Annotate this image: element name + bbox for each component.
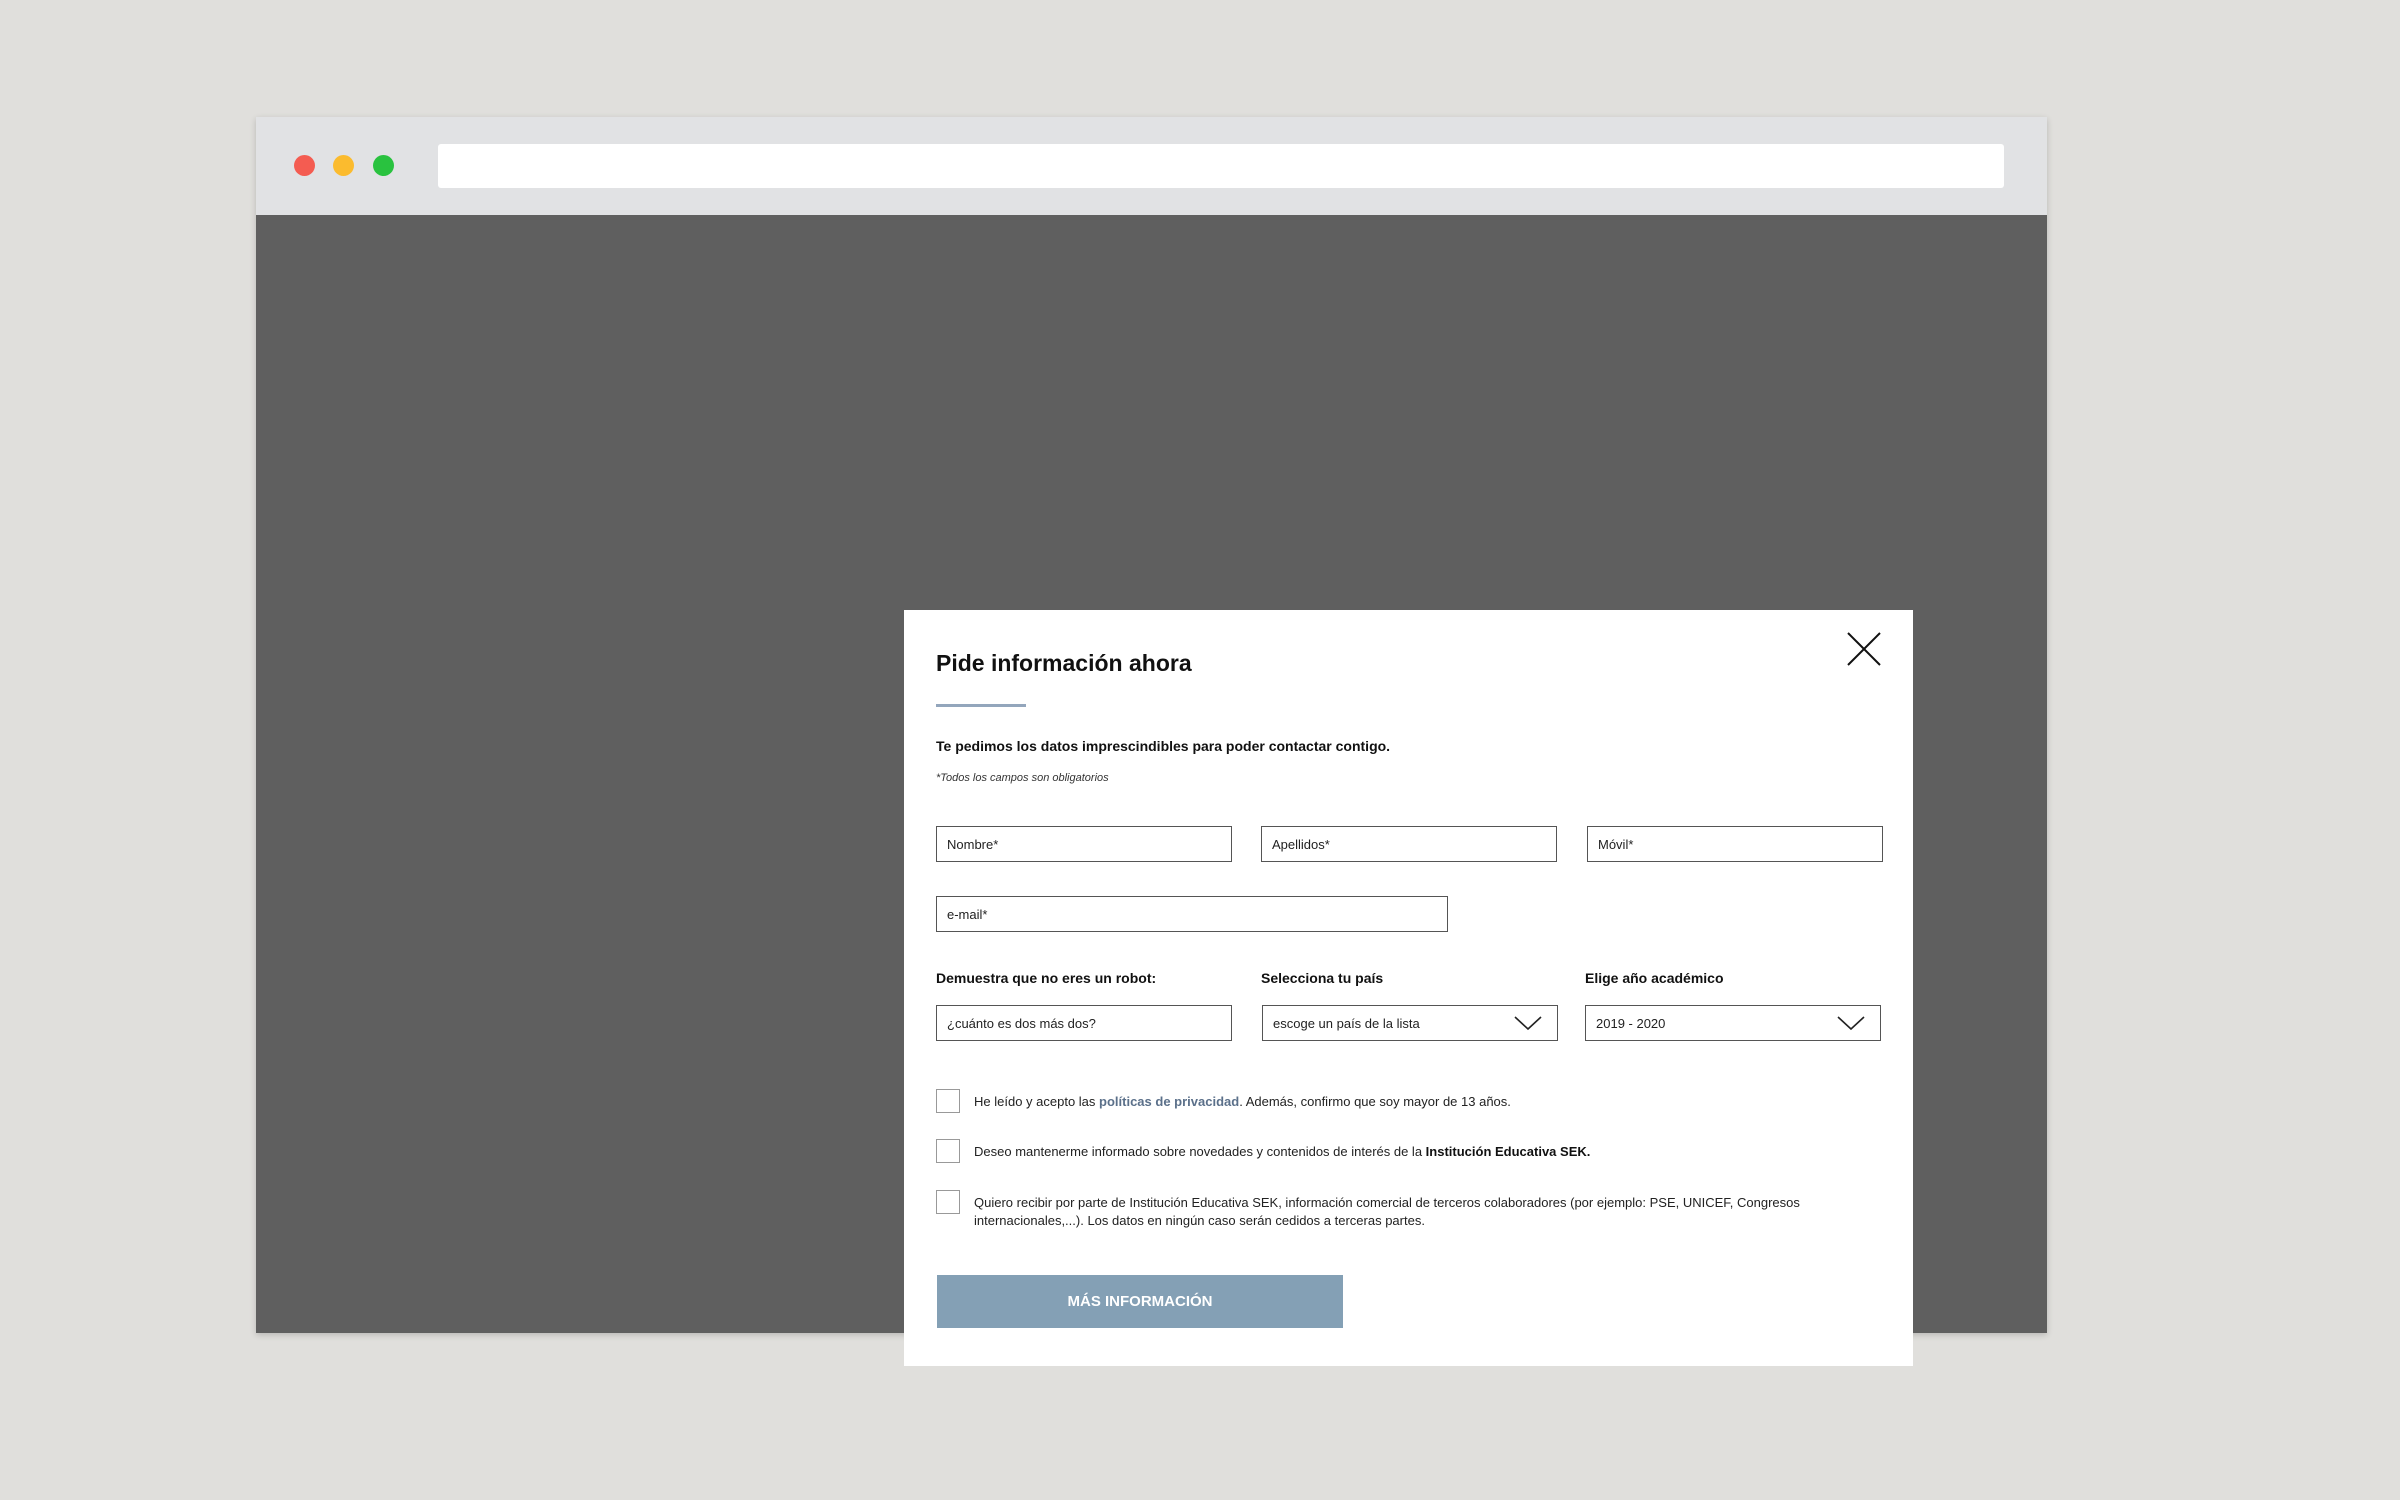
robot-label: Demuestra que no eres un robot: bbox=[936, 970, 1157, 986]
address-bar[interactable] bbox=[438, 144, 2004, 188]
privacy-checkbox[interactable] bbox=[936, 1089, 960, 1113]
privacy-consent-text: He leído y acepto las políticas de priva… bbox=[974, 1093, 1854, 1111]
newsletter-consent-text: Deseo mantenerme informado sobre novedad… bbox=[974, 1143, 1854, 1161]
browser-toolbar bbox=[256, 117, 2047, 215]
chevron-down-icon bbox=[1514, 1016, 1542, 1031]
window-maximize-dot[interactable] bbox=[373, 155, 394, 176]
required-fields-note: *Todos los campos son obligatorios bbox=[936, 772, 1109, 784]
nombre-field[interactable] bbox=[936, 826, 1232, 862]
movil-field[interactable] bbox=[1587, 826, 1883, 862]
academic-year-select[interactable]: 2019 - 2020 bbox=[1585, 1005, 1881, 1041]
close-button[interactable] bbox=[1845, 630, 1883, 668]
country-select[interactable]: escoge un país de la lista bbox=[1262, 1005, 1558, 1041]
window-close-dot[interactable] bbox=[294, 155, 315, 176]
privacy-text-prefix: He leído y acepto las bbox=[974, 1094, 1100, 1109]
intro-text: Te pedimos los datos imprescindibles par… bbox=[936, 738, 1391, 754]
title-underline bbox=[936, 704, 1026, 707]
newsletter-checkbox[interactable] bbox=[936, 1139, 960, 1163]
chevron-down-icon bbox=[1837, 1016, 1865, 1031]
institution-name: Institución Educativa SEK. bbox=[1425, 1144, 1591, 1159]
window-minimize-dot[interactable] bbox=[333, 155, 354, 176]
privacy-policy-link[interactable]: políticas de privacidad bbox=[1099, 1094, 1239, 1109]
country-select-value: escoge un país de la lista bbox=[1273, 1016, 1420, 1031]
browser-window: Pide información ahora Te pedimos los da… bbox=[256, 117, 2047, 1366]
academic-year-label: Elige año académico bbox=[1585, 970, 1724, 986]
email-field[interactable] bbox=[936, 896, 1448, 932]
submit-button[interactable]: MÁS INFORMACIÓN bbox=[937, 1275, 1343, 1328]
captcha-field[interactable] bbox=[936, 1005, 1232, 1041]
third-party-checkbox[interactable] bbox=[936, 1190, 960, 1214]
newsletter-text-prefix: Deseo mantenerme informado sobre novedad… bbox=[974, 1144, 1426, 1159]
modal-title: Pide información ahora bbox=[936, 650, 1192, 676]
third-party-consent-text: Quiero recibir por parte de Institución … bbox=[974, 1195, 1800, 1228]
privacy-text-suffix: . Además, confirmo que soy mayor de 13 a… bbox=[1239, 1094, 1511, 1109]
academic-year-select-value: 2019 - 2020 bbox=[1596, 1016, 1666, 1031]
page-overlay: Pide información ahora Te pedimos los da… bbox=[256, 215, 2047, 1366]
apellidos-field[interactable] bbox=[1261, 826, 1557, 862]
info-request-modal: Pide información ahora Te pedimos los da… bbox=[904, 610, 1913, 1366]
country-label: Selecciona tu país bbox=[1261, 970, 1384, 986]
close-icon bbox=[1847, 632, 1881, 666]
